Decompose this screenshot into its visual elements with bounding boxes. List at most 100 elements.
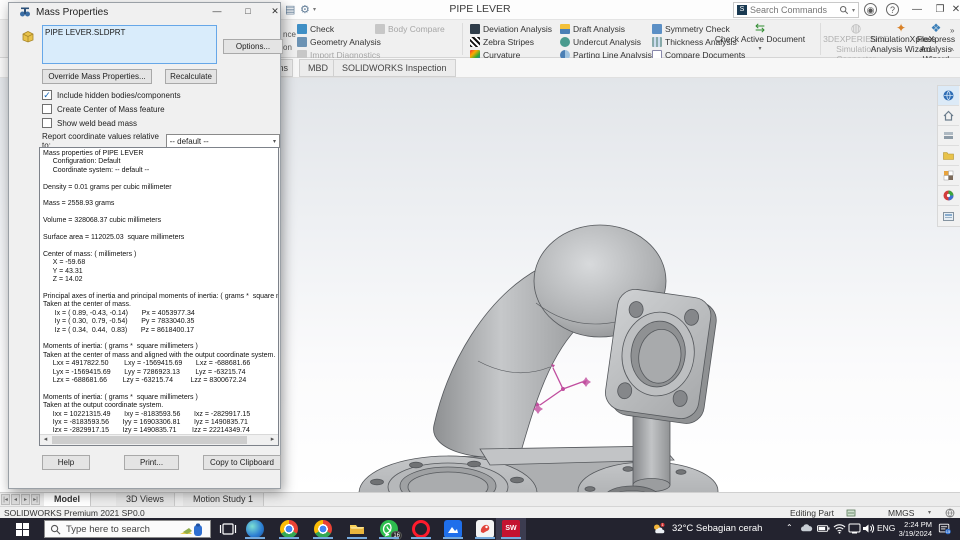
status-globe-icon[interactable] xyxy=(945,508,955,518)
tray-language[interactable]: ENG xyxy=(877,523,895,533)
cast-icon[interactable] xyxy=(848,522,861,540)
tray-temperature[interactable]: 32°C Sebagian cerah xyxy=(672,523,762,534)
dialog-minimize-button[interactable]: — xyxy=(204,3,230,20)
check-active-caret-icon[interactable]: ▾ xyxy=(705,44,815,54)
ribbon-fragment-top: nce xyxy=(283,30,296,39)
start-button[interactable] xyxy=(0,518,44,540)
checkbox-weld-bead[interactable]: Show weld bead mass xyxy=(42,118,137,128)
weather-icon[interactable]: 1 xyxy=(652,522,665,540)
chrome-icon[interactable] xyxy=(280,520,298,538)
tray-date: 3/19/2024 xyxy=(898,529,932,538)
tab-mbd[interactable]: MBD xyxy=(299,59,337,77)
thickness-analysis-icon xyxy=(652,37,662,47)
minimize-button[interactable]: — xyxy=(905,0,929,19)
checkbox-create-com[interactable]: Create Center of Mass feature xyxy=(42,104,165,114)
taskbar-search-icon xyxy=(50,524,61,534)
ribbon-item-deviation-analysis[interactable]: Deviation Analysis xyxy=(470,23,552,35)
tray-clock[interactable]: 2:24 PM 3/19/2024 xyxy=(896,520,932,538)
checkbox-include-hidden[interactable]: Include hidden bodies/components xyxy=(42,90,181,100)
report-coordinate-dropdown[interactable]: -- default -- ▾ xyxy=(165,134,280,148)
recalculate-button[interactable]: Recalculate xyxy=(165,69,217,84)
tab-3d-views[interactable]: 3D Views xyxy=(116,493,175,506)
mass-properties-dialog: Mass Properties — □ ✕ PIPE LEVER.SLDPRT … xyxy=(8,2,283,489)
speaker-icon[interactable] xyxy=(862,522,875,540)
taskbar-search-placeholder: Type here to search xyxy=(66,523,150,535)
svg-text:1: 1 xyxy=(662,523,664,527)
status-tag-icon[interactable] xyxy=(846,508,856,518)
scroll-right-icon[interactable]: ▸ xyxy=(267,435,278,445)
check-icon xyxy=(297,24,307,34)
dialog-title: Mass Properties xyxy=(36,7,109,18)
solidworks-search-icon: S xyxy=(737,5,747,15)
checkbox-box[interactable] xyxy=(42,118,52,128)
units-caret-icon[interactable]: ▾ xyxy=(928,509,931,516)
override-mass-properties-button[interactable]: Override Mass Properties... xyxy=(42,69,152,84)
tab-model[interactable]: Model xyxy=(44,493,91,506)
dialog-title-bar[interactable]: Mass Properties — □ ✕ xyxy=(9,3,280,21)
magnifier-icon[interactable] xyxy=(839,5,849,15)
tab-motion-study[interactable]: Motion Study 1 xyxy=(183,493,265,506)
dropdown-caret-icon: ▾ xyxy=(272,138,276,145)
tab-solidworks-inspection[interactable]: SOLIDWORKS Inspection xyxy=(333,59,456,77)
help-icon[interactable]: ? xyxy=(886,3,899,16)
wifi-icon[interactable] xyxy=(833,522,846,540)
onedrive-icon[interactable] xyxy=(800,522,813,540)
tab-scroll-first-icon[interactable]: |◂ xyxy=(1,494,10,505)
geometry-analysis-icon xyxy=(297,37,307,47)
chrome-profile-icon[interactable] xyxy=(314,520,332,538)
mass-properties-results[interactable]: Mass properties of PIPE LEVER Configurat… xyxy=(39,147,279,446)
taskbar-search-box[interactable]: Type here to search xyxy=(44,520,211,538)
scrollbar-thumb[interactable] xyxy=(52,436,247,444)
taskpane-3dexperience-icon[interactable] xyxy=(938,86,959,106)
results-text: Mass properties of PIPE LEVER Configurat… xyxy=(43,150,278,435)
dialog-maximize-button[interactable]: □ xyxy=(235,3,261,20)
file-name-field[interactable]: PIPE LEVER.SLDPRT xyxy=(42,25,217,64)
check-active-document-button[interactable]: ⇆ Check Active Document ▾ xyxy=(705,22,815,54)
ribbon-item-undercut-analysis[interactable]: Undercut Analysis xyxy=(560,36,641,48)
copy-to-clipboard-button[interactable]: Copy to Clipboard xyxy=(203,455,281,470)
search-highlight-illustration xyxy=(180,523,202,536)
login-icon[interactable]: ◉ xyxy=(864,3,877,16)
tab-scroll-right-icon[interactable]: ▸ xyxy=(21,494,30,505)
dialog-close-button[interactable]: ✕ xyxy=(262,3,288,20)
solidworks-icon[interactable]: SW xyxy=(502,520,520,538)
ribbon-item-draft-analysis[interactable]: Draft Analysis xyxy=(560,23,625,35)
solidworks-active-slot[interactable]: SW xyxy=(496,518,526,540)
ribbon-item-check[interactable]: Check xyxy=(297,23,334,35)
ribbon-item-geometry-analysis[interactable]: Geometry Analysis xyxy=(297,36,381,48)
scroll-left-icon[interactable]: ◂ xyxy=(40,435,51,445)
checkbox-box[interactable] xyxy=(42,90,52,100)
file-explorer-icon[interactable] xyxy=(348,520,366,538)
battery-icon[interactable] xyxy=(817,522,830,540)
ribbon-collapse-icon[interactable]: ^ xyxy=(950,47,954,56)
task-view-icon[interactable] xyxy=(219,520,237,538)
edge-icon[interactable] xyxy=(246,520,264,538)
tab-scroll-left-icon[interactable]: ◂ xyxy=(11,494,20,505)
print-button[interactable]: Print... xyxy=(124,455,179,470)
photos-icon[interactable] xyxy=(444,520,462,538)
ribbon-item-zebra-stripes[interactable]: Zebra Stripes xyxy=(470,36,534,48)
draft-analysis-icon xyxy=(560,24,570,34)
tray-chevron-icon[interactable]: ⌃ xyxy=(786,523,793,532)
tab-scroll-last-icon[interactable]: ▸| xyxy=(31,494,40,505)
taskpane-design-library-icon[interactable] xyxy=(938,126,959,146)
search-caret-icon[interactable]: ▾ xyxy=(852,7,855,14)
paint-app-icon[interactable] xyxy=(476,520,494,538)
results-horizontal-scrollbar[interactable]: ◂ ▸ xyxy=(40,434,278,445)
checkbox-box[interactable] xyxy=(42,104,52,114)
ribbon-item-body-compare: Body Compare xyxy=(375,23,445,35)
status-mode: Editing Part xyxy=(790,508,834,518)
whatsapp-icon[interactable]: 16 xyxy=(380,520,402,540)
status-units[interactable]: MMGS xyxy=(888,508,914,518)
opera-icon[interactable] xyxy=(412,520,430,538)
options-button[interactable]: Options... xyxy=(223,39,283,54)
help-button[interactable]: Help xyxy=(42,455,90,470)
close-button[interactable]: ✕ xyxy=(944,0,960,19)
ribbon-overflow-icon[interactable]: » xyxy=(950,26,954,35)
model-pipe-lever[interactable] xyxy=(330,163,950,492)
search-commands-box[interactable]: S Search Commands ▾ xyxy=(733,2,859,18)
body-compare-icon xyxy=(375,24,385,34)
notification-center-icon[interactable]: 15 xyxy=(938,522,951,540)
taskpane-home-icon[interactable] xyxy=(938,106,959,126)
tray-time: 2:24 PM xyxy=(904,520,932,529)
